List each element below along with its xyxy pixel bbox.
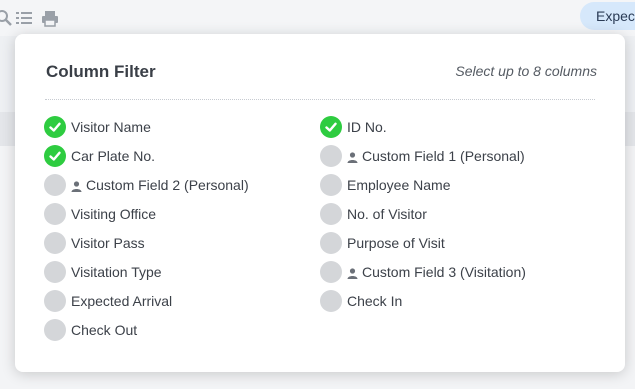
expected-pill[interactable]: Expec <box>580 2 635 30</box>
divider <box>45 99 595 100</box>
column-option-label: Check In <box>347 292 403 309</box>
column-filter-modal: Column Filter Select up to 8 columns Vis… <box>15 34 625 372</box>
checkbox-unchecked-icon[interactable] <box>320 231 342 254</box>
column-option-id-no[interactable]: ID No. <box>320 112 526 141</box>
column-list-left: Visitor Name Car Plate No. Custom Field 2 … <box>44 112 249 344</box>
column-option-custom-field-2-personal[interactable]: Custom Field 2 (Personal) <box>44 170 249 199</box>
list-icon[interactable] <box>14 8 34 28</box>
column-option-employee-name[interactable]: Employee Name <box>320 170 526 199</box>
checkbox-unchecked-icon[interactable] <box>320 289 342 312</box>
column-option-label: Custom Field 1 (Personal) <box>362 147 525 164</box>
checkbox-unchecked-icon[interactable] <box>320 144 342 167</box>
column-option-visitation-type[interactable]: Visitation Type <box>44 257 249 286</box>
checkbox-unchecked-icon[interactable] <box>44 289 66 312</box>
column-option-label: Expected Arrival <box>71 292 173 309</box>
column-option-check-in[interactable]: Check In <box>320 286 526 315</box>
background-toolbar: Expec <box>0 0 635 36</box>
checkbox-checked-icon[interactable] <box>320 115 342 138</box>
column-option-no-of-visitor[interactable]: No. of Visitor <box>320 199 526 228</box>
checkbox-checked-icon[interactable] <box>44 144 66 167</box>
modal-title: Column Filter <box>46 62 156 81</box>
person-icon <box>347 266 358 279</box>
column-option-label: Car Plate No. <box>71 147 156 164</box>
checkbox-unchecked-icon[interactable] <box>320 202 342 225</box>
column-option-visitor-name[interactable]: Visitor Name <box>44 112 249 141</box>
checkbox-unchecked-icon[interactable] <box>320 173 342 196</box>
column-option-label: Visiting Office <box>71 205 157 222</box>
checkbox-unchecked-icon[interactable] <box>44 318 66 341</box>
column-option-check-out[interactable]: Check Out <box>44 315 249 344</box>
column-option-expected-arrival[interactable]: Expected Arrival <box>44 286 249 315</box>
column-option-label: Visitor Name <box>71 118 151 135</box>
person-icon <box>71 179 82 192</box>
checkbox-checked-icon[interactable] <box>44 115 66 138</box>
print-icon[interactable] <box>40 8 60 28</box>
checkbox-unchecked-icon[interactable] <box>44 260 66 283</box>
column-option-purpose-of-visit[interactable]: Purpose of Visit <box>320 228 526 257</box>
column-option-custom-field-3-visitation[interactable]: Custom Field 3 (Visitation) <box>320 257 526 286</box>
search-icon[interactable] <box>0 8 14 28</box>
column-option-car-plate-no[interactable]: Car Plate No. <box>44 141 249 170</box>
modal-hint: Select up to 8 columns <box>455 63 597 79</box>
checkbox-unchecked-icon[interactable] <box>320 260 342 283</box>
column-option-label: Custom Field 3 (Visitation) <box>362 263 526 280</box>
column-option-label: ID No. <box>347 118 387 135</box>
column-list-right: ID No. Custom Field 1 (Personal) Employee … <box>320 112 526 315</box>
checkbox-unchecked-icon[interactable] <box>44 202 66 225</box>
column-option-label: Employee Name <box>347 176 451 193</box>
person-icon <box>347 150 358 163</box>
column-option-label: Purpose of Visit <box>347 234 445 251</box>
column-option-visiting-office[interactable]: Visiting Office <box>44 199 249 228</box>
column-option-custom-field-1-personal[interactable]: Custom Field 1 (Personal) <box>320 141 526 170</box>
column-option-label: No. of Visitor <box>347 205 427 222</box>
checkbox-unchecked-icon[interactable] <box>44 173 66 196</box>
checkbox-unchecked-icon[interactable] <box>44 231 66 254</box>
column-option-label: Visitor Pass <box>71 234 145 251</box>
column-option-visitor-pass[interactable]: Visitor Pass <box>44 228 249 257</box>
column-option-label: Custom Field 2 (Personal) <box>86 176 249 193</box>
column-option-label: Check Out <box>71 321 138 338</box>
column-option-label: Visitation Type <box>71 263 162 280</box>
